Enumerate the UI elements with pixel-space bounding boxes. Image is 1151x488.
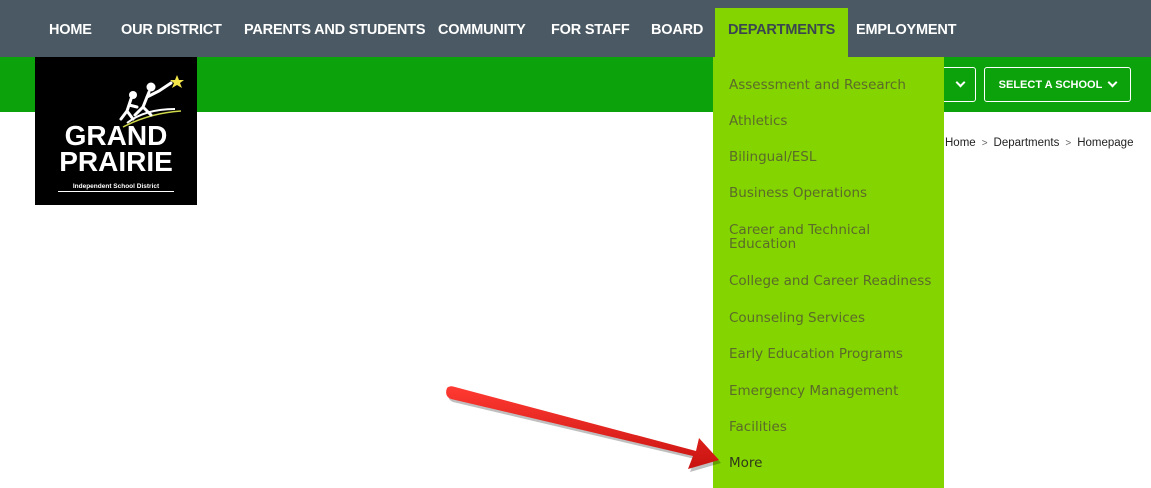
nav-board[interactable]: BOARD (651, 0, 703, 57)
menu-item-counseling-services[interactable]: Counseling Services (729, 311, 934, 325)
chevron-down-icon (955, 77, 965, 88)
breadcrumb: Home > Departments > Homepage (945, 137, 1133, 149)
chevron-down-icon (1107, 77, 1118, 88)
nav-our-district[interactable]: OUR DISTRICT (121, 0, 222, 57)
select-school-button[interactable]: SELECT A SCHOOL (984, 67, 1131, 102)
nav-home[interactable]: HOME (49, 0, 92, 57)
breadcrumb-homepage: Homepage (1077, 137, 1134, 149)
menu-item-emergency-management[interactable]: Emergency Management (729, 384, 934, 398)
breadcrumb-separator: > (1065, 138, 1072, 149)
logo-subtitle: Independent School District (58, 183, 174, 192)
menu-item-college-and-career-readiness[interactable]: College and Career Readiness (729, 274, 934, 288)
breadcrumb-separator: > (981, 138, 988, 149)
nav-departments[interactable]: DEPARTMENTS (715, 8, 849, 57)
menu-item-facilities[interactable]: Facilities (729, 420, 934, 434)
nav-employment[interactable]: EMPLOYMENT (856, 0, 957, 57)
menu-item-athletics[interactable]: Athletics (729, 114, 934, 128)
departments-dropdown: Assessment and Research Athletics Biling… (713, 57, 944, 488)
top-navigation: HOME OUR DISTRICT PARENTS AND STUDENTS C… (0, 0, 1151, 57)
menu-item-career-and-technical-education[interactable]: Career and Technical Education (729, 223, 889, 251)
menu-item-early-education-programs[interactable]: Early Education Programs (729, 347, 934, 361)
logo-line-2: PRAIRIE (59, 146, 173, 177)
nav-community[interactable]: COMMUNITY (438, 0, 526, 57)
nav-parents-and-students[interactable]: PARENTS AND STUDENTS (244, 0, 425, 57)
select-school-label: SELECT A SCHOOL (998, 78, 1103, 91)
breadcrumb-home[interactable]: Home (945, 137, 976, 149)
menu-item-business-operations[interactable]: Business Operations (729, 186, 934, 200)
menu-item-bilingual-esl[interactable]: Bilingual/ESL (729, 150, 934, 164)
page: HOME OUR DISTRICT PARENTS AND STUDENTS C… (0, 0, 1151, 488)
menu-item-assessment-and-research[interactable]: Assessment and Research (729, 78, 934, 92)
district-logo[interactable]: GRAND PRAIRIE Independent School Distric… (35, 57, 197, 205)
menu-item-more[interactable]: More (729, 456, 934, 470)
breadcrumb-departments[interactable]: Departments (994, 137, 1060, 149)
nav-for-staff[interactable]: FOR STAFF (551, 0, 630, 57)
